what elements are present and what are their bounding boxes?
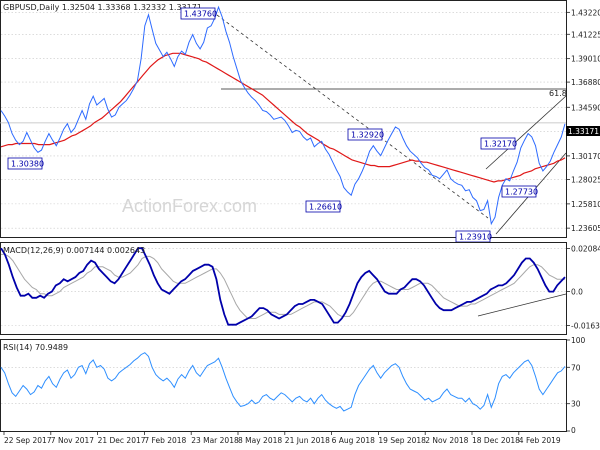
x-tick-label: 21 Dec 2017 (98, 436, 146, 445)
pivot-label-1.32920: 1.32920 (347, 128, 384, 141)
x-axis: 22 Sep 2017 7 Nov 2017 21 Dec 20177 Feb 20… (3, 431, 561, 445)
price-tick-label: 1.36880 (571, 78, 600, 87)
x-tick-label: 7 Nov 2017 (51, 436, 94, 445)
macd-tick-label: 0.0 (571, 288, 583, 297)
last-price-text: 1.33171 (568, 127, 599, 136)
rsi-panel (0, 339, 567, 432)
rsi-tick-label: 100 (571, 336, 586, 345)
pivot-label-text: 1.26610 (309, 203, 342, 212)
price-tick-label: 1.43220 (571, 8, 600, 17)
pivot-label-text: 1.43760 (184, 10, 217, 19)
price-tick-label: 1.25810 (571, 200, 600, 209)
price-tick-label: 1.34590 (571, 103, 600, 112)
rsi-y-axis: 100 70 30 0 (566, 336, 586, 435)
pivot-label-text: 1.32920 (351, 131, 384, 140)
x-tick-label: 4 Feb 2019 (519, 436, 561, 445)
pivot-label-text: 1.27730 (505, 188, 538, 197)
price-y-axis: 1.432201.412251.390101.368801.345901.323… (566, 8, 600, 233)
price-header: GBPUSD,Daily 1.32504 1.33368 1.32332 1.3… (3, 3, 202, 12)
x-tick-label: 23 Mar 2018 (191, 436, 239, 445)
x-tick-label: 18 Dec 2018 (472, 436, 520, 445)
pivot-label-text: 1.30380 (11, 160, 44, 169)
pivot-label-1.27730: 1.27730 (501, 185, 538, 198)
x-tick-label: 7 Feb 2018 (144, 436, 186, 445)
last-price-tag: 1.33171 (566, 126, 600, 136)
pivot-label-1.32170: 1.32170 (480, 137, 517, 150)
pivot-label-1.43760: 1.43760 (180, 7, 217, 20)
price-tick-label: 1.30170 (571, 152, 600, 161)
rsi-tick-label: 30 (571, 400, 581, 409)
price-tick-label: 1.28025 (571, 176, 600, 185)
macd-tick-label: -0.016389 (571, 321, 600, 330)
pivot-label-text: 1.32170 (484, 140, 517, 149)
watermark: ActionForex.com (122, 196, 257, 216)
fib-label: 61.8 (549, 89, 567, 98)
x-tick-label: 6 Aug 2018 (332, 436, 375, 445)
rsi-tick-label: 0 (571, 426, 576, 435)
rsi-header: RSI(14) 70.9489 (3, 343, 68, 352)
price-tick-label: 1.23605 (571, 224, 600, 233)
price-tick-label: 1.39010 (571, 55, 600, 64)
price-tick-label: 1.41225 (571, 30, 600, 39)
macd-panel (0, 242, 567, 335)
x-tick-label: 22 Sep 2017 (4, 436, 52, 445)
x-tick-label: 19 Sep 2018 (378, 436, 426, 445)
rsi-tick-label: 70 (571, 363, 581, 372)
x-tick-label: 2 Nov 2018 (425, 436, 468, 445)
x-tick-label: 8 May 2018 (238, 436, 282, 445)
pivot-label-1.30380: 1.30380 (7, 157, 44, 170)
macd-tick-label: 0.020848 (571, 244, 600, 253)
macd-y-axis: 0.020848 0.0 -0.016389 (566, 244, 600, 330)
macd-header: MACD(12,26,9) 0.007144 0.002643 (3, 246, 145, 255)
pivot-label-1.23910: 1.23910 (455, 230, 492, 243)
pivot-label-text: 1.23910 (459, 233, 492, 242)
pivot-label-1.26610: 1.26610 (305, 200, 342, 213)
gbpusd-daily-chart: ActionForex.com 61.8 GBPUSD,Daily 1.3250… (0, 0, 600, 445)
x-tick-label: 21 Jun 2018 (285, 436, 330, 445)
